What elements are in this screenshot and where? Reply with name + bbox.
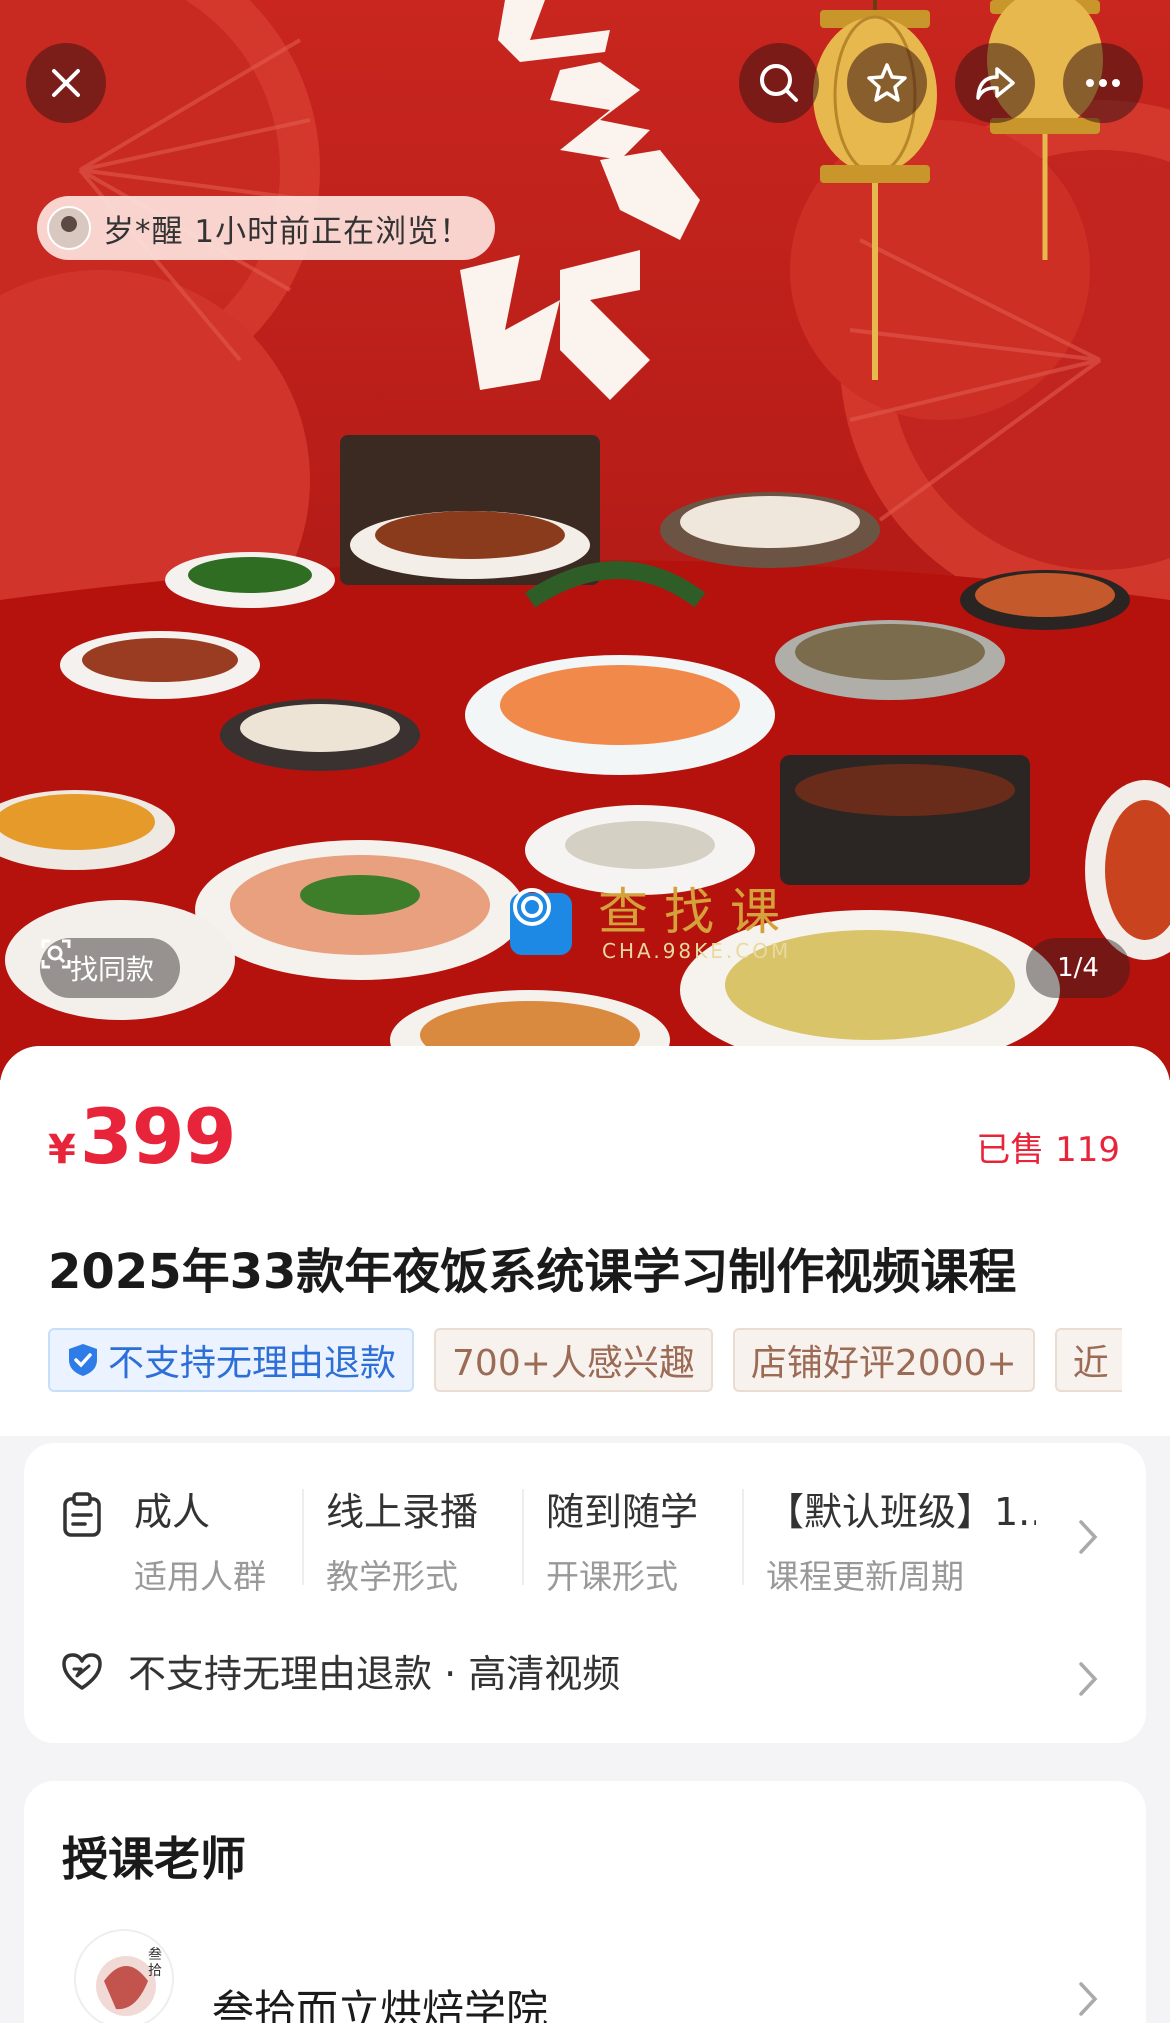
tag-shop-rating[interactable]: 店铺好评2000+ [732, 1328, 1035, 1392]
svg-text:叁: 叁 [148, 1946, 162, 1963]
divider [522, 1489, 524, 1585]
tag-label: 不支持无理由退款 [108, 1343, 397, 1384]
price-title-card: ¥ 399 已售 119 2025年33款年夜饭系统课学习制作视频课程 不支持无… [0, 1046, 1170, 1436]
attr-audience: 成人 适用人群 [134, 1481, 266, 1598]
browse-notice-text: 岁*醒 1小时前正在浏览！ [103, 213, 472, 250]
service-text: 不支持无理由退款 · 高清视频 [128, 1652, 621, 1696]
attr-class-format: 随到随学 开课形式 [546, 1481, 698, 1598]
tag-interested[interactable]: 700+人感兴趣 [434, 1328, 713, 1392]
more-button[interactable] [1063, 43, 1143, 123]
currency-symbol: ¥ [48, 1127, 76, 1173]
tag-label: 店铺好评2000+ [750, 1343, 1017, 1384]
search-button[interactable] [739, 43, 819, 123]
image-counter: 1/4 [1026, 938, 1130, 998]
watermark-title: 查找课 [598, 883, 796, 941]
svg-text:拾: 拾 [148, 1963, 162, 1979]
find-similar-button[interactable]: 找同款 [40, 938, 181, 998]
attr-teaching-format: 线上录播 教学形式 [326, 1481, 478, 1598]
tag-label: 近 [1072, 1343, 1109, 1384]
product-title: 2025年33款年夜饭系统课学习制作视频课程 [48, 1244, 1017, 1300]
attr-label: 教学形式 [326, 1557, 458, 1596]
chevron-right-icon[interactable] [1076, 1517, 1100, 1557]
find-similar-label: 找同款 [70, 953, 155, 986]
attr-label: 开课形式 [546, 1557, 678, 1596]
product-page: 岁*醒 1小时前正在浏览！ 查找课 CHA.98KE.COM 找同款 1/4 ¥… [0, 0, 1170, 2023]
teacher-heading: 授课老师 [62, 1832, 246, 1886]
star-icon [867, 63, 907, 102]
tag-no-refund[interactable]: 不支持无理由退款 [48, 1328, 415, 1392]
close-icon [52, 69, 80, 97]
viewer-avatar [47, 206, 91, 250]
tag-label: 700+人感兴趣 [452, 1343, 695, 1384]
service-guarantee-row[interactable]: 不支持无理由退款 · 高清视频 [60, 1643, 620, 1698]
browse-notice: 岁*醒 1小时前正在浏览！ [37, 196, 496, 260]
search-icon [760, 64, 798, 102]
favorite-button[interactable] [847, 43, 927, 123]
attr-value: 【默认班级】1... [766, 1490, 1036, 1534]
teacher-logo-icon: 叁 拾 [96, 1946, 162, 2016]
price: ¥ 399 [48, 1092, 236, 1181]
chevron-right-icon[interactable] [1076, 1659, 1100, 1699]
scan-search-icon [41, 939, 71, 969]
more-icon [1086, 79, 1120, 87]
sold-count: 已售 119 [976, 1130, 1120, 1170]
close-button[interactable] [26, 43, 106, 123]
watermark-subtitle: CHA.98KE.COM [602, 939, 792, 963]
shield-check-icon [69, 1344, 97, 1376]
watermark-logo-icon [510, 888, 572, 955]
product-image-carousel[interactable]: 岁*醒 1小时前正在浏览！ 查找课 CHA.98KE.COM 找同款 1/4 [0, 0, 1170, 1080]
divider [302, 1489, 304, 1585]
tag-recent[interactable]: 近 [1054, 1328, 1122, 1392]
teacher-card: 授课老师 叁 拾 叁拾而立烘焙学院 [24, 1781, 1146, 2023]
clipboard-icon [63, 1492, 101, 1537]
course-attributes-card[interactable]: 成人 适用人群 线上录播 教学形式 随到随学 开课形式 【默认班级】1... 课… [24, 1443, 1146, 1743]
teacher-avatar[interactable]: 叁 拾 [74, 1929, 174, 2023]
heart-shield-icon [62, 1652, 102, 1690]
divider [742, 1489, 744, 1585]
watermark: 查找课 CHA.98KE.COM [510, 885, 796, 963]
chevron-right-icon[interactable] [1076, 1979, 1100, 2019]
product-tags[interactable]: 不支持无理由退款 700+人感兴趣 店铺好评2000+ 近 [48, 1328, 1122, 1394]
attr-value: 随到随学 [546, 1490, 699, 1534]
attr-value: 成人 [134, 1490, 211, 1534]
attr-label: 课程更新周期 [766, 1557, 964, 1596]
share-icon [976, 67, 1015, 100]
share-button[interactable] [955, 43, 1035, 123]
teacher-name[interactable]: 叁拾而立烘焙学院 [212, 1977, 548, 2023]
attr-value: 线上录播 [326, 1490, 479, 1534]
attr-update-cycle: 【默认班级】1... 课程更新周期 [766, 1481, 1036, 1598]
attr-label: 适用人群 [134, 1557, 266, 1596]
price-value: 399 [79, 1092, 237, 1181]
